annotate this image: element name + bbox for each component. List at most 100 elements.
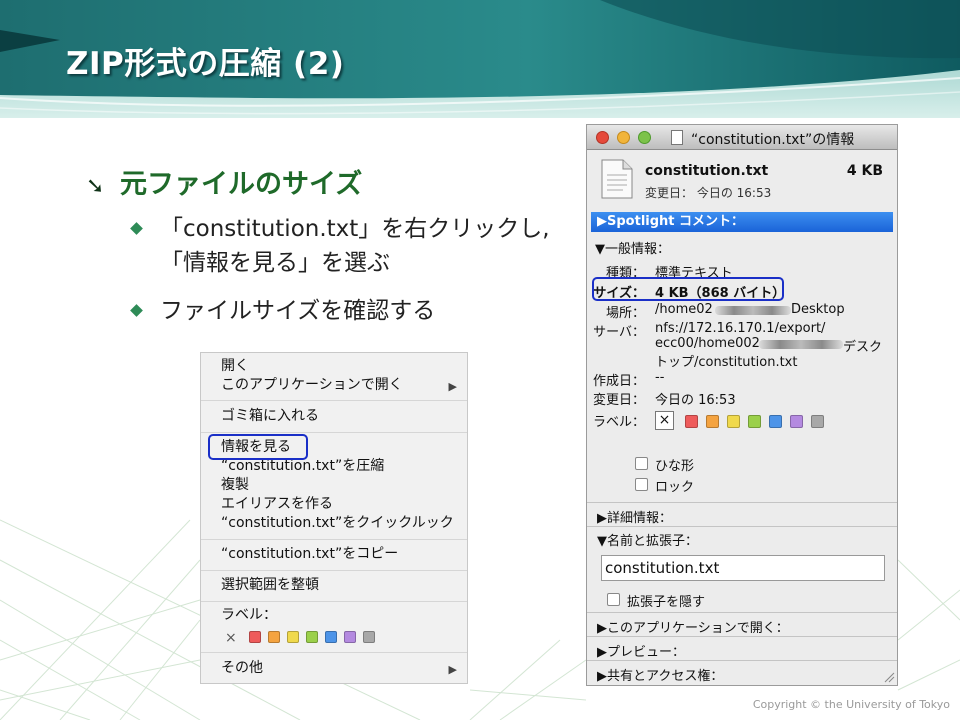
where-label: 場所： [605,306,645,321]
triangle-right-icon: ▶ [597,214,607,229]
general-info-header[interactable]: ▼一般情報： [595,238,670,257]
menu-item-more[interactable]: その他 [221,659,263,678]
open-with-header[interactable]: ▶このアプリケーションで開く： [597,617,789,636]
modified-short: 変更日： 今日の 16:53 [645,186,772,200]
main-bullet-text: 元ファイルのサイズ [120,169,363,200]
filename-field[interactable]: constitution.txt [601,555,885,581]
label-label: ラベル： [592,415,645,430]
copyright: Copyright © the University of Tokyo [752,698,950,711]
more-info-label: 詳細情報： [607,511,673,526]
triangle-right-icon: ▶ [597,645,607,660]
triangle-down-icon: ▼ [597,534,607,549]
menu-item-open[interactable]: 開く [221,357,249,376]
context-menu: 開く このアプリケーションで開く ▶ ゴミ箱に入れる 情報を見る “consti… [200,352,468,684]
label-color-swatch[interactable] [344,631,356,643]
stationery-label: ひな形 [655,459,695,474]
sub-bullet-1-line-1: 「constitution.txt」を右クリックし, [160,216,550,242]
label-color-swatch[interactable] [748,415,761,428]
server-line-1: nfs://172.16.170.1/export/ [655,321,826,336]
menu-item-make-alias[interactable]: エイリアスを作る [221,495,333,514]
diamond-bullet-icon [130,304,143,317]
sharing-label: 共有とアクセス権： [607,669,724,684]
text-file-icon [601,159,633,199]
menu-separator [201,652,467,653]
triangle-right-icon: ▶ [597,621,607,636]
sub-bullet-1: 「constitution.txt」を右クリックし, 「情報を見る」を選ぶ [130,212,550,280]
modified-value: 今日の 16:53 [655,393,736,408]
label-color-swatch[interactable] [811,415,824,428]
window-title: “constitution.txt”の情報 [691,132,855,148]
server-label: サーバ： [593,325,645,340]
section-divider [587,526,897,527]
name-ext-header[interactable]: ▼名前と拡張子： [597,530,698,549]
menu-separator [201,601,467,602]
locked-checkbox[interactable] [635,478,648,491]
label-color-swatch[interactable] [249,631,261,643]
menu-separator [201,539,467,540]
created-value: -- [655,370,665,385]
highlight-size [592,277,784,301]
window-titlebar: “constitution.txt”の情報 [587,125,897,150]
menu-separator [201,400,467,401]
open-with-label: このアプリケーションで開く： [607,621,789,636]
menu-item-open-with[interactable]: このアプリケーションで開く [221,376,457,395]
label-color-swatch[interactable] [706,415,719,428]
where-value-start: /home02 [655,302,713,317]
hide-extension-checkbox[interactable] [607,593,620,606]
sub-bullet-1-line-2: 「情報を見る」を選ぶ [160,250,390,276]
slide-title: ZIP形式の圧縮 (2) [66,46,345,82]
label-color-swatch[interactable] [769,415,782,428]
server-line-2-end: デスク [843,340,883,355]
modified-label: 変更日： [592,393,645,408]
minimize-button[interactable] [617,131,630,144]
menu-item-open-with-label: このアプリケーションで開く [221,377,403,393]
preview-label: プレビュー： [607,645,686,660]
sub-bullet-2-text: ファイルサイズを確認する [160,298,436,324]
stationery-checkbox[interactable] [635,457,648,470]
highlight-get-info [208,434,308,460]
label-none-x[interactable]: × [225,629,237,648]
sharing-header[interactable]: ▶共有とアクセス権： [597,665,723,684]
label-color-swatch[interactable] [287,631,299,643]
label-color-swatch[interactable] [727,415,740,428]
menu-item-move-to-trash[interactable]: ゴミ箱に入れる [221,407,319,426]
label-none-x[interactable]: × [655,411,674,430]
section-divider [587,660,897,661]
where-value-end: Desktop [791,302,845,317]
section-divider [587,502,897,503]
triangle-right-icon: ▶ [597,669,607,684]
sub-bullet-2: ファイルサイズを確認する [130,294,436,328]
server-line-2-start: ecc00/home002 [655,336,760,351]
label-color-swatch[interactable] [268,631,280,643]
redacted-path [759,340,843,349]
spotlight-section-header[interactable]: ▶Spotlight コメント： [591,212,893,232]
more-info-header[interactable]: ▶詳細情報： [597,507,672,526]
arrow-down-right-icon: ➘ [86,174,105,199]
resize-grip-icon[interactable] [883,671,895,683]
close-button[interactable] [596,131,609,144]
label-color-swatch[interactable] [790,415,803,428]
redacted-path [715,306,791,315]
section-divider [587,612,897,613]
name-ext-label: 名前と拡張子： [607,534,699,549]
menu-item-clean-up[interactable]: 選択範囲を整頓 [221,576,319,595]
menu-item-quick-look[interactable]: “constitution.txt”をクイックルック [221,514,454,533]
label-color-swatch[interactable] [363,631,375,643]
file-name: constitution.txt [645,163,769,179]
label-color-swatch[interactable] [325,631,337,643]
preview-header[interactable]: ▶プレビュー： [597,641,685,660]
triangle-right-icon: ▶ [597,511,607,526]
menu-item-copy[interactable]: “constitution.txt”をコピー [221,545,398,564]
hide-extension-label: 拡張子を隠す [627,595,706,610]
created-label: 作成日： [592,374,645,389]
label-color-swatch[interactable] [306,631,318,643]
label-color-swatch[interactable] [685,415,698,428]
triangle-down-icon: ▼ [595,242,605,257]
zoom-button[interactable] [638,131,651,144]
triangle-right-icon: ▶ [448,380,457,393]
diamond-bullet-icon [130,222,143,235]
document-icon [671,130,683,145]
triangle-right-icon: ▶ [448,663,457,676]
menu-item-duplicate[interactable]: 複製 [221,476,249,495]
general-info-label: 一般情報： [605,242,671,257]
